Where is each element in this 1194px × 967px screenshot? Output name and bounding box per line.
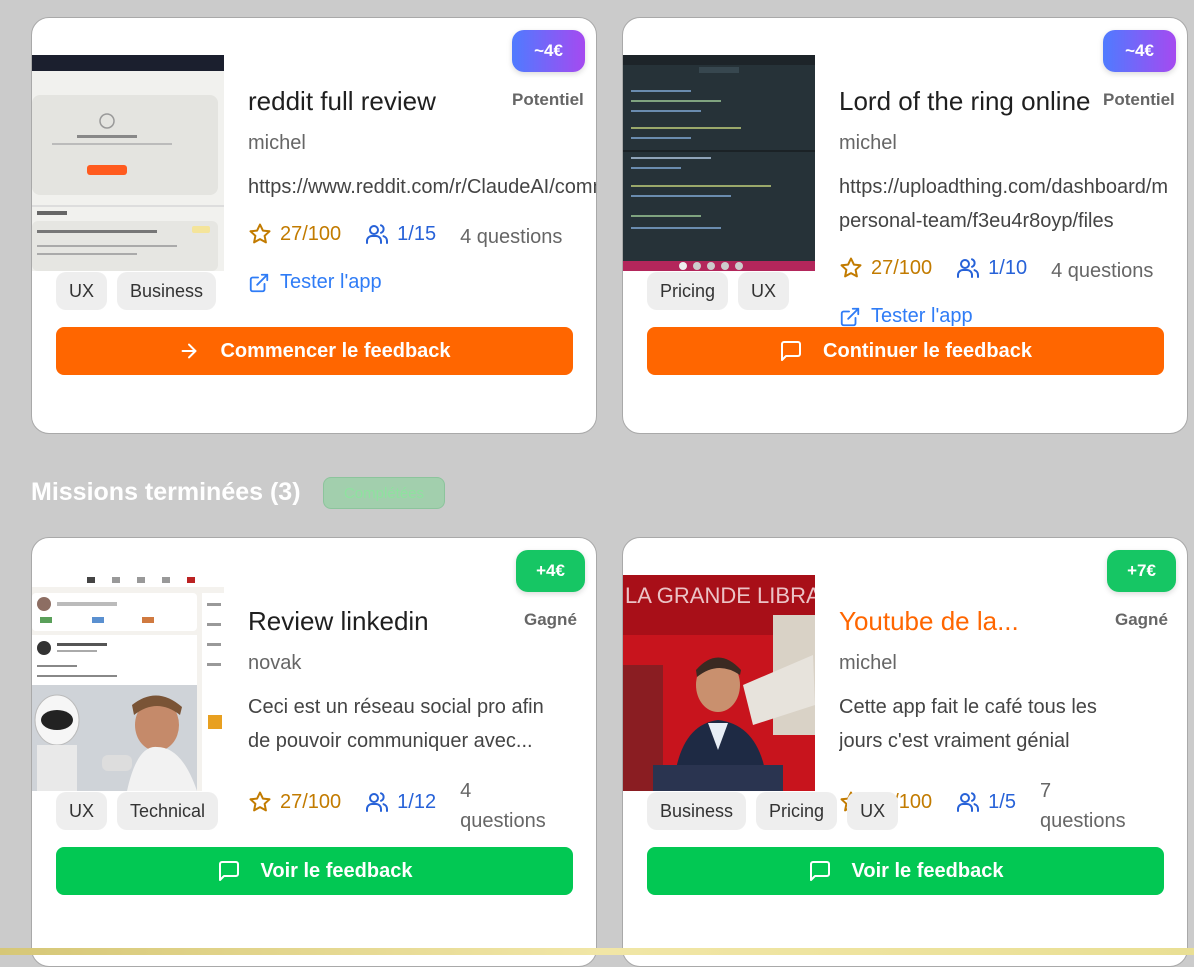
mission-description: https://www.reddit.com/r/ClaudeAI/commen…: [248, 176, 596, 198]
continue-feedback-button[interactable]: Continuer le feedback: [647, 327, 1164, 375]
questions-count: 4 questions: [1051, 260, 1154, 282]
questions-count: 4 questions: [460, 780, 546, 832]
tag: UX: [738, 272, 790, 310]
app-screenshot-thumbnail: [32, 55, 224, 271]
users-icon: [957, 792, 980, 812]
tag-list: UX Technical: [56, 792, 228, 830]
mission-description: Cette app fait le café tous les jours c'…: [839, 696, 1097, 752]
button-label: Voir le feedback: [851, 859, 1004, 882]
mission-card-reddit[interactable]: ~4€ Potentiel reddit full review michel …: [31, 17, 597, 434]
status-label: Potentiel: [1103, 90, 1175, 109]
mission-card-linkedin[interactable]: +4€ Gagné Review linkedin novak Ceci est…: [31, 537, 597, 967]
mission-card-youtube[interactable]: LA GRANDE LIBRAIRIE +7€ Gagné Youtube de…: [622, 537, 1188, 967]
external-link-icon: [249, 273, 269, 292]
svg-text:LA GRANDE LIBRAIRIE: LA GRANDE LIBRAIRIE: [625, 583, 815, 608]
tag: Business: [117, 272, 217, 310]
status-label: Gagné: [524, 610, 577, 629]
testers-stat: 1/5: [956, 790, 1016, 814]
button-label: Commencer le feedback: [220, 339, 451, 362]
completed-badge: Complétées: [323, 477, 445, 509]
score-value: 27/100: [280, 790, 342, 813]
tester-app-link[interactable]: Tester l'app: [248, 271, 382, 294]
testers-stat: 1/12: [365, 790, 436, 814]
testers-stat: 1/10: [956, 256, 1027, 280]
tag: Pricing: [756, 792, 838, 830]
app-screenshot-thumbnail: [32, 575, 224, 791]
mission-title[interactable]: Youtube de la...: [839, 606, 1019, 637]
tag-list: Pricing UX: [647, 272, 799, 310]
reward-badge: +7€: [1107, 550, 1176, 592]
tester-app-link[interactable]: Tester l'app: [839, 305, 973, 328]
bottom-edge-strip: [0, 948, 1194, 955]
tag: Pricing: [647, 272, 729, 310]
start-feedback-button[interactable]: Commencer le feedback: [56, 327, 573, 375]
tag: UX: [56, 272, 108, 310]
tag: Technical: [117, 792, 219, 830]
tag: UX: [847, 792, 899, 830]
reward-badge: +4€: [516, 550, 585, 592]
mission-author: michel: [839, 652, 897, 674]
testers-stat: 1/15: [365, 222, 436, 246]
mission-title: reddit full review: [248, 86, 436, 116]
testers-value: 1/5: [988, 790, 1016, 813]
message-square-icon: [218, 861, 239, 881]
questions-count: 4 questions: [460, 226, 563, 248]
star-icon: [249, 791, 271, 812]
users-icon: [366, 792, 389, 812]
mission-stats: 27/100 1/15 4 questions: [248, 222, 586, 252]
testers-value: 1/10: [988, 256, 1028, 279]
tester-app-label: Tester l'app: [280, 271, 382, 293]
completed-missions-heading: Missions terminées (3): [31, 478, 301, 506]
tag: UX: [56, 792, 108, 830]
questions-count: 7 questions: [1039, 780, 1126, 832]
view-feedback-button[interactable]: Voir le feedback: [647, 847, 1164, 895]
external-link-icon: [840, 307, 860, 326]
app-screenshot-thumbnail: [623, 55, 815, 271]
star-icon: [249, 223, 271, 244]
users-icon: [366, 224, 389, 244]
view-feedback-button[interactable]: Voir le feedback: [56, 847, 573, 895]
mission-author: novak: [248, 652, 302, 674]
score-stat: 27/100: [248, 790, 341, 814]
button-label: Continuer le feedback: [823, 339, 1032, 362]
score-value: 27/100: [280, 222, 342, 245]
testers-value: 1/15: [397, 222, 437, 245]
mission-stats: 27/100 1/10 4 questions: [839, 256, 1177, 286]
message-square-icon: [781, 341, 802, 361]
mission-stats: 27/100 1/12 4 questions: [248, 776, 584, 836]
message-square-icon: [809, 861, 830, 881]
score-stat: 27/100: [839, 256, 932, 280]
mission-title: Lord of the ring online: [839, 86, 1091, 116]
mission-title: Review linkedin: [248, 606, 429, 636]
mission-author: michel: [839, 132, 897, 154]
mission-author: michel: [248, 132, 306, 154]
button-label: Voir le feedback: [260, 859, 413, 882]
status-label: Potentiel: [512, 90, 584, 109]
arrow-right-icon: [182, 343, 197, 359]
tester-app-label: Tester l'app: [871, 305, 973, 327]
status-label: Gagné: [1115, 610, 1168, 629]
reward-badge: ~4€: [1103, 30, 1176, 72]
tag-list: UX Business: [56, 272, 226, 310]
tag: Business: [647, 792, 747, 830]
score-value: 27/100: [871, 256, 933, 279]
tag-list: Business Pricing UX: [647, 792, 908, 830]
app-screenshot-thumbnail: LA GRANDE LIBRAIRIE: [623, 575, 815, 791]
testers-value: 1/12: [397, 790, 437, 813]
mission-description: Ceci est un réseau social pro afin de po…: [248, 696, 544, 752]
mission-description: https://uploadthing.com/dashboard/m pers…: [839, 176, 1169, 232]
users-icon: [957, 258, 980, 278]
reward-badge: ~4€: [512, 30, 585, 72]
score-stat: 27/100: [248, 222, 341, 246]
mission-card-lotr[interactable]: ~4€ Potentiel Lord of the ring online mi…: [622, 17, 1188, 434]
star-icon: [840, 257, 862, 278]
